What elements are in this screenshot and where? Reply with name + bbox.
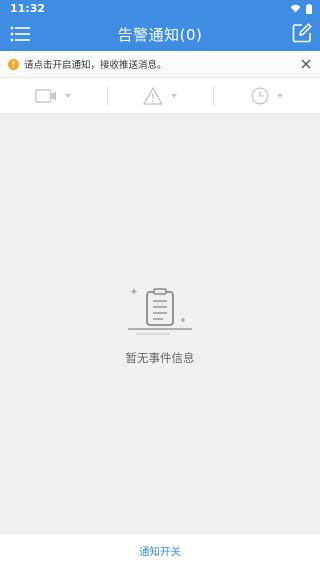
warning-icon <box>143 86 163 105</box>
notification-toggle-button[interactable]: 通知开关 <box>139 544 181 559</box>
edit-icon[interactable] <box>292 23 312 43</box>
app-bar: 11:32 告警通知(0) <box>0 0 320 51</box>
empty-state: 暂无事件信息 <box>0 280 320 366</box>
status-bar: 11:32 <box>0 0 320 17</box>
chevron-down-icon <box>65 93 72 98</box>
menu-icon[interactable] <box>10 25 30 43</box>
camera-icon <box>35 88 57 103</box>
battery-icon <box>306 3 312 14</box>
clipboard-icon <box>128 288 192 335</box>
close-icon[interactable] <box>300 58 312 70</box>
status-icons <box>290 3 312 14</box>
notification-banner-text: 请点击开启通知，接收推送消息。 <box>24 60 167 71</box>
clock-icon <box>251 86 269 105</box>
notification-banner[interactable]: ! 请点击开启通知，接收推送消息。 <box>0 51 320 78</box>
filter-bar <box>0 78 320 114</box>
bottom-bar: 通知开关 <box>0 533 320 569</box>
status-time: 11:32 <box>10 2 46 15</box>
wifi-icon <box>290 4 301 13</box>
filter-alarm-type[interactable] <box>106 78 214 113</box>
chevron-down-icon <box>171 93 177 98</box>
toolbar: 告警通知(0) <box>0 17 320 51</box>
empty-state-text: 暂无事件信息 <box>125 351 195 365</box>
page-title: 告警通知(0) <box>117 25 203 44</box>
filter-device[interactable] <box>0 78 107 113</box>
info-warning-icon: ! <box>8 58 19 70</box>
filter-time[interactable] <box>213 78 320 113</box>
chevron-down-icon <box>276 93 283 98</box>
